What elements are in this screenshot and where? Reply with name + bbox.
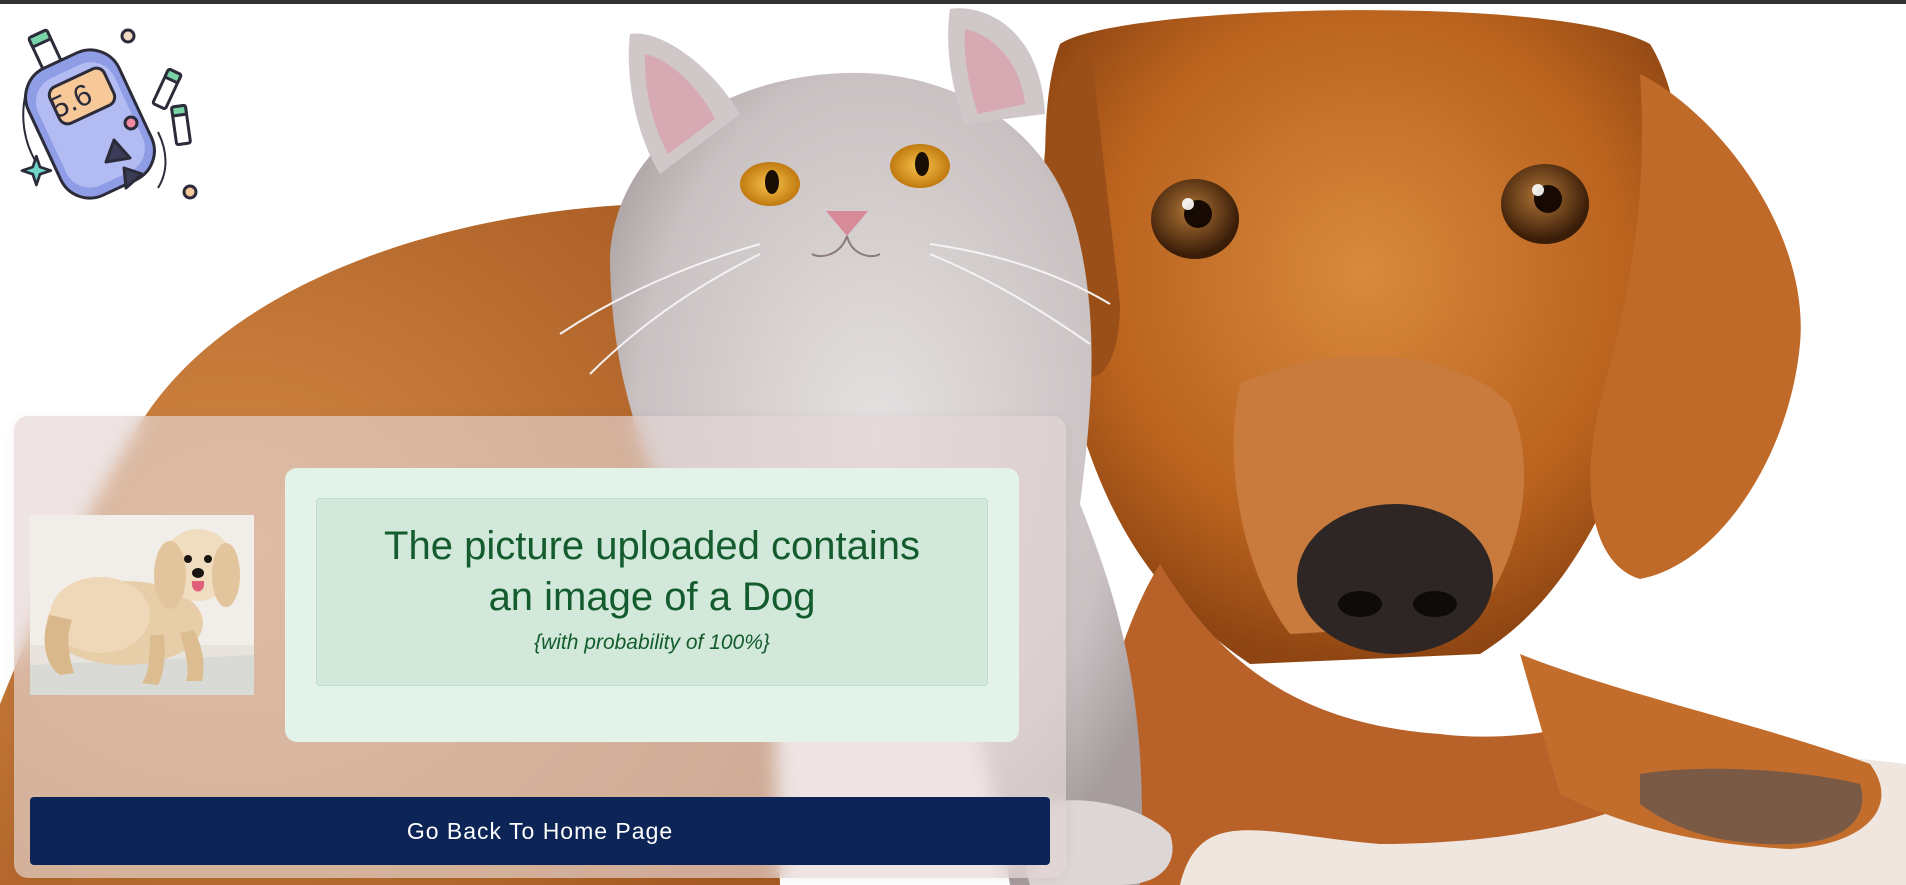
glucose-meter-icon: 5.6 <box>20 28 198 200</box>
prediction-heading: The picture uploaded contains an image o… <box>384 524 920 619</box>
success-alert: The picture uploaded contains an image o… <box>316 498 988 686</box>
result-message-box: The picture uploaded contains an image o… <box>285 468 1019 742</box>
uploaded-dog-thumbnail <box>30 515 254 695</box>
result-card: The picture uploaded contains an image o… <box>14 416 1066 878</box>
window-top-bar <box>0 0 1906 4</box>
go-back-home-button[interactable]: Go Back To Home Page <box>30 797 1050 865</box>
probability-text: {with probability of 100%} <box>534 631 770 654</box>
